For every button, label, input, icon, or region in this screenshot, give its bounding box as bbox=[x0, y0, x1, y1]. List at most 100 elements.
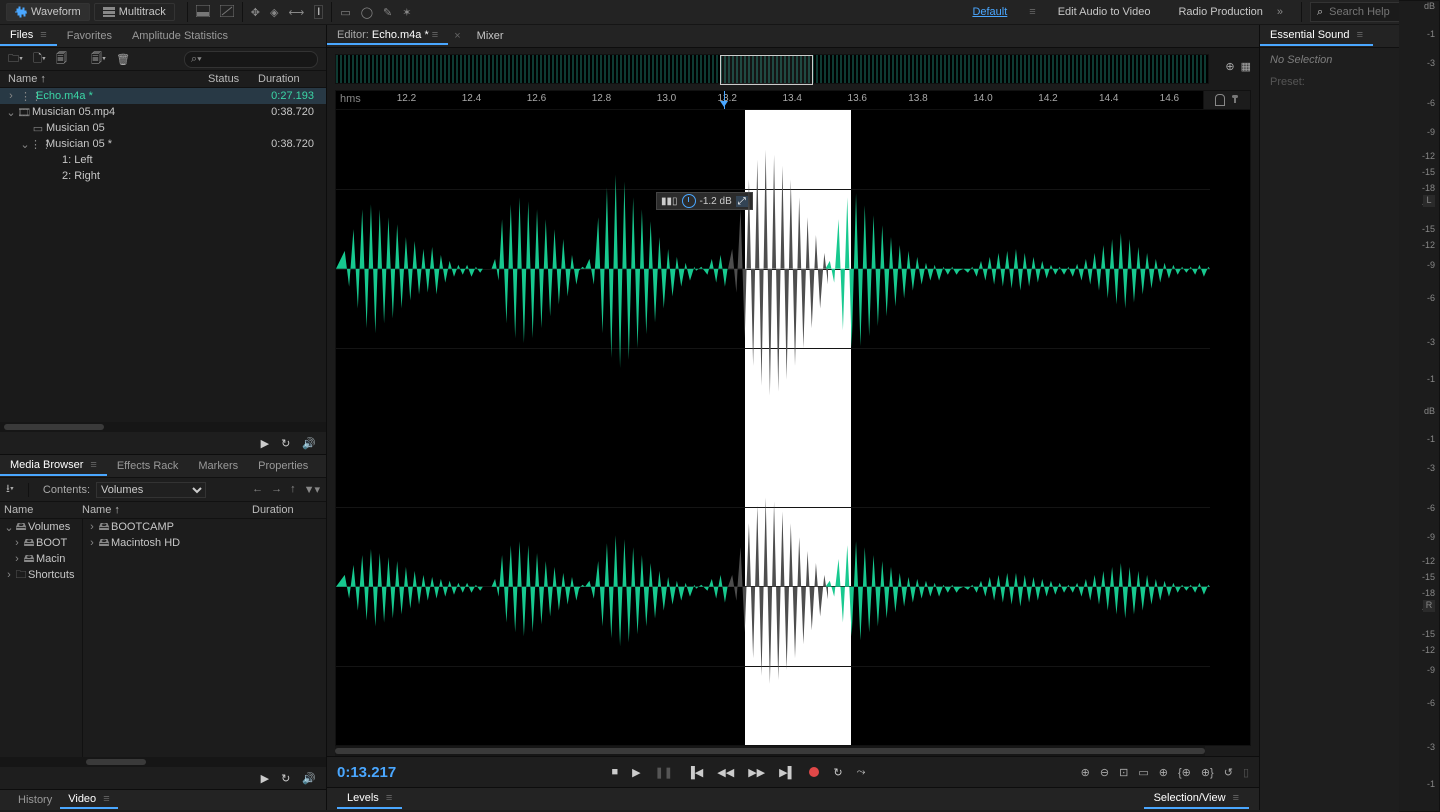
file-row[interactable]: ▭Musician 05 bbox=[0, 120, 326, 136]
file-row[interactable]: 1: Left bbox=[0, 152, 326, 168]
multitrack-icon bbox=[103, 6, 115, 18]
pause-icon[interactable]: ❚❚ bbox=[655, 766, 673, 779]
new-multitrack-icon[interactable]: 🗐 bbox=[56, 50, 67, 69]
files-hscroll[interactable] bbox=[0, 422, 326, 432]
spectral-frequency-icon[interactable] bbox=[196, 5, 210, 20]
workspace-edit-av[interactable]: Edit Audio to Video bbox=[1052, 4, 1157, 20]
overview-waveform[interactable] bbox=[335, 54, 1209, 84]
pin-icon[interactable] bbox=[1231, 95, 1239, 105]
tab-essential-sound[interactable]: Essential Sound ≡ bbox=[1260, 26, 1373, 46]
col-duration[interactable]: Duration bbox=[258, 73, 318, 85]
view-waveform-button[interactable]: Waveform bbox=[6, 3, 90, 21]
zoom-out-icon[interactable]: ⊖ bbox=[1100, 766, 1109, 779]
zoom-out-full-icon[interactable]: ↺ bbox=[1224, 766, 1233, 779]
tree-item[interactable]: ›🖴BOOT bbox=[0, 535, 82, 551]
marquee-tool-icon[interactable]: ▭ bbox=[340, 6, 350, 19]
zoom-toggle-icon[interactable]: ▯ bbox=[1243, 766, 1249, 779]
zoom-reset-icon[interactable]: ⊡ bbox=[1119, 766, 1128, 779]
record-icon[interactable] bbox=[809, 767, 819, 777]
channel-label-l[interactable]: L bbox=[1423, 195, 1435, 207]
time-selection-tool-icon[interactable]: I bbox=[314, 5, 323, 19]
tree-item[interactable]: ›🖴Macin bbox=[0, 551, 82, 567]
waveform-editor[interactable]: ▮▮▯ -1.2 dB ⤢ bbox=[335, 110, 1251, 746]
spectral-pitch-icon[interactable] bbox=[220, 5, 234, 20]
loop-icon[interactable]: ↻ bbox=[833, 766, 842, 779]
col-status[interactable]: Status bbox=[208, 73, 258, 85]
file-row[interactable]: ⌄⋮⋮Musician 05 *0:38.720 bbox=[0, 136, 326, 152]
tab-effects-rack[interactable]: Effects Rack bbox=[107, 457, 189, 475]
open-file-icon[interactable]: 🗀▾ bbox=[8, 50, 23, 69]
zoom-sel-in-icon[interactable]: {⊕ bbox=[1178, 766, 1191, 779]
ruler-tick: 13.8 bbox=[908, 93, 927, 104]
slip-tool-icon[interactable]: ⟷ bbox=[288, 6, 304, 19]
move-tool-icon[interactable]: ✥ bbox=[251, 6, 260, 19]
filter-icon[interactable]: ▼▾ bbox=[304, 483, 320, 496]
timecode[interactable]: 0:13.217 bbox=[337, 764, 396, 781]
tree-item[interactable]: ⌄🖴Volumes bbox=[0, 519, 82, 535]
channel-label-r[interactable]: R bbox=[1423, 600, 1435, 612]
tab-amplitude-stats[interactable]: Amplitude Statistics bbox=[122, 27, 238, 45]
tab-editor[interactable]: Editor: Echo.m4a * ≡ bbox=[327, 27, 448, 45]
workspace-overflow-icon[interactable]: » bbox=[1277, 6, 1283, 18]
heal-tool-icon[interactable]: ✶ bbox=[402, 6, 411, 19]
autoplay-icon[interactable]: 🔊 bbox=[302, 437, 316, 450]
razor-tool-icon[interactable]: ◈ bbox=[270, 6, 278, 19]
delete-icon[interactable]: 🗑 bbox=[116, 53, 130, 66]
list-item[interactable]: ›🖴BOOTCAMP bbox=[83, 519, 326, 535]
play-icon[interactable]: ▶ bbox=[261, 772, 269, 785]
brush-tool-icon[interactable]: ✎ bbox=[383, 6, 392, 19]
video-clip-icon: ▭ bbox=[16, 122, 46, 135]
autoplay-icon[interactable]: 🔊 bbox=[302, 772, 316, 785]
headphone-icon[interactable] bbox=[1215, 94, 1225, 106]
tab-selection-view[interactable]: Selection/View ≡ bbox=[1144, 789, 1249, 809]
play-icon[interactable]: ▶ bbox=[632, 766, 640, 779]
zoom-in-icon[interactable]: ⊕ bbox=[1081, 766, 1090, 779]
lasso-tool-icon[interactable]: ◯ bbox=[361, 6, 373, 19]
tab-files[interactable]: Files ≡ bbox=[0, 26, 57, 46]
loop-icon[interactable]: ↻ bbox=[281, 772, 290, 785]
nav-up-icon[interactable]: ↑ bbox=[290, 483, 296, 496]
list-item[interactable]: ›🖴Macintosh HD bbox=[83, 535, 326, 551]
close-tab-icon[interactable]: × bbox=[448, 30, 466, 42]
ffwd-icon[interactable]: ▶▶ bbox=[748, 766, 765, 779]
nav-fwd-icon[interactable]: → bbox=[271, 483, 282, 496]
zoom-sel-out-icon[interactable]: ⊕} bbox=[1201, 766, 1214, 779]
loop-icon[interactable]: ↻ bbox=[281, 437, 290, 450]
tab-levels[interactable]: Levels ≡ bbox=[337, 789, 402, 809]
insert-into-multitrack-icon[interactable]: 🗐▾ bbox=[91, 50, 106, 69]
nav-back-icon[interactable]: ← bbox=[252, 483, 263, 496]
file-row[interactable]: ›⋮⋮Echo.m4a *0:27.193 bbox=[0, 88, 326, 104]
stop-icon[interactable]: ■ bbox=[611, 766, 618, 778]
shortcut-icon[interactable]: ⭳▾ bbox=[6, 480, 14, 499]
tab-properties[interactable]: Properties bbox=[248, 457, 318, 475]
tab-media-browser[interactable]: Media Browser ≡ bbox=[0, 456, 107, 476]
zoom-in-amp-icon[interactable]: ⊕ bbox=[1159, 766, 1168, 779]
file-row[interactable]: ⌄🎞Musician 05.mp40:38.720 bbox=[0, 104, 326, 120]
col-duration[interactable]: Duration bbox=[252, 504, 322, 516]
rewind-icon[interactable]: ◀◀ bbox=[717, 766, 734, 779]
file-row[interactable]: 2: Right bbox=[0, 168, 326, 184]
workspace-default[interactable]: Default bbox=[966, 4, 1013, 20]
play-icon[interactable]: ▶ bbox=[261, 437, 269, 450]
contents-dropdown[interactable]: Volumes bbox=[96, 482, 206, 498]
tab-favorites[interactable]: Favorites bbox=[57, 27, 122, 45]
time-ruler[interactable]: hms 12.2 12.4 12.6 12.8 13.0 13.2 13.4 1… bbox=[335, 90, 1204, 110]
zoom-icon[interactable]: ⊕ bbox=[1225, 60, 1234, 73]
tab-history[interactable]: History bbox=[10, 792, 60, 808]
new-file-icon[interactable]: 🗋▾ bbox=[33, 50, 46, 69]
editor-hscroll[interactable] bbox=[335, 746, 1205, 756]
tree-item[interactable]: ›🗀Shortcuts bbox=[0, 567, 82, 583]
workspace-radio[interactable]: Radio Production bbox=[1172, 4, 1268, 20]
view-multitrack-button[interactable]: Multitrack bbox=[94, 3, 175, 21]
zoom-selection-icon[interactable]: ▭ bbox=[1138, 766, 1148, 779]
mb-hscroll[interactable] bbox=[0, 757, 326, 767]
goto-start-icon[interactable]: ▐◀ bbox=[687, 766, 703, 779]
goto-end-icon[interactable]: ▶▌ bbox=[779, 766, 795, 779]
tab-mixer[interactable]: Mixer bbox=[467, 28, 514, 44]
tab-video[interactable]: Video ≡ bbox=[60, 791, 117, 809]
file-filter[interactable]: ⌕▾ bbox=[184, 51, 318, 68]
playhead[interactable] bbox=[724, 91, 725, 109]
tab-markers[interactable]: Markers bbox=[188, 457, 248, 475]
skip-selection-icon[interactable]: ⤳ bbox=[857, 766, 866, 779]
view-toggle-icon[interactable]: ▦ bbox=[1241, 60, 1251, 73]
